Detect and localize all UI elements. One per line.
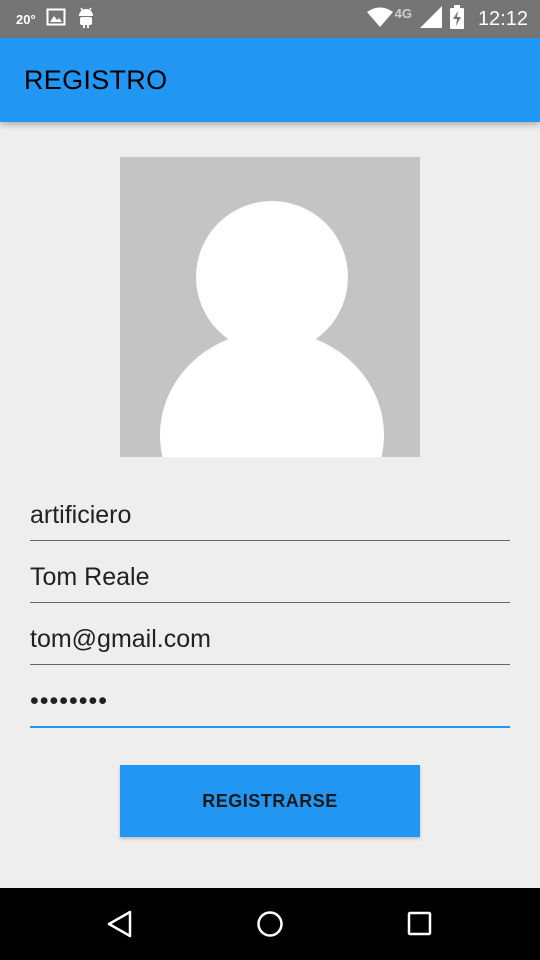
person-placeholder-icon: [160, 201, 384, 457]
app-bar: REGISTRO: [0, 38, 540, 122]
wifi-icon: [366, 7, 393, 32]
clock-text: 12:12: [477, 7, 528, 30]
temperature-text: 20°: [16, 11, 36, 27]
android-icon: [76, 6, 96, 33]
battery-charging-icon: [449, 4, 464, 34]
password-field[interactable]: [30, 676, 510, 728]
home-icon: [257, 911, 283, 937]
back-button[interactable]: [80, 888, 160, 960]
image-icon: [46, 8, 66, 31]
username-field[interactable]: [30, 490, 510, 541]
home-button[interactable]: [230, 888, 310, 960]
navigation-bar: [0, 888, 540, 960]
email-field[interactable]: [30, 614, 510, 665]
network-type-text: 4G: [394, 5, 412, 21]
avatar[interactable]: [120, 157, 420, 457]
full-name-field[interactable]: [30, 552, 510, 603]
register-button[interactable]: REGISTRARSE: [120, 765, 420, 837]
back-icon: [107, 910, 132, 938]
page-title: REGISTRO: [24, 65, 168, 95]
recents-icon: [407, 911, 432, 936]
status-bar: 20° 4G 12:12: [0, 0, 540, 38]
signal-icon: [419, 5, 442, 33]
recents-button[interactable]: [380, 888, 460, 960]
